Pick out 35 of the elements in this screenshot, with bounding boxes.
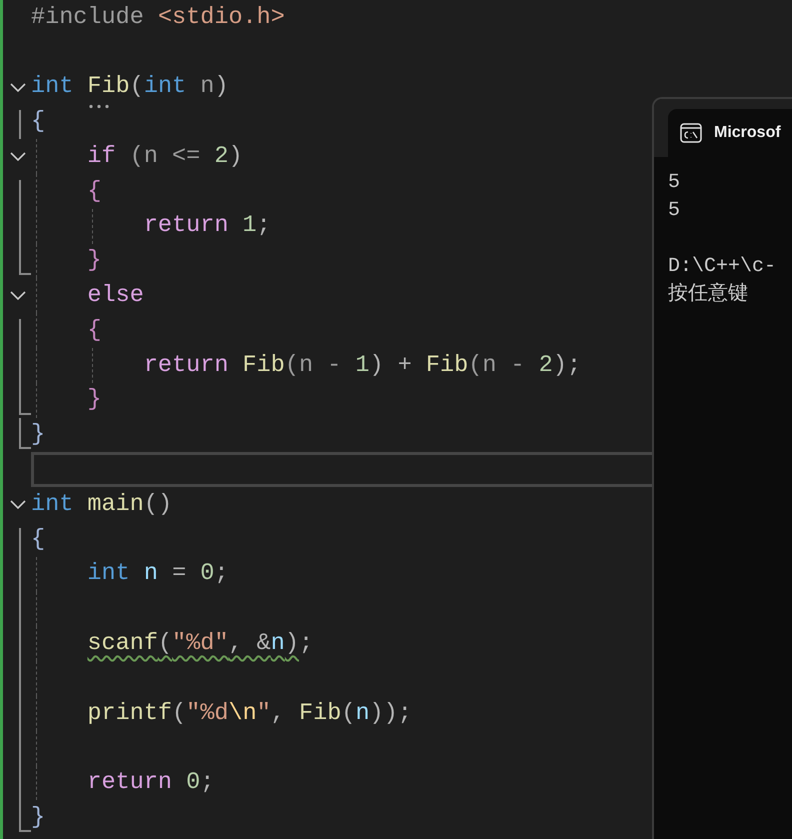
code-line: else [86, 284, 144, 308]
code-line: if (n <= 2) [86, 144, 243, 168]
code-line: { [31, 528, 46, 552]
fold-chevron-icon[interactable] [10, 291, 26, 302]
fold-chevron-icon[interactable] [10, 82, 26, 93]
code-line: { [31, 110, 46, 134]
console-tab[interactable]: Microsof [668, 109, 792, 157]
console-title: Microsof [714, 124, 781, 142]
code-line: } [31, 806, 46, 830]
code-line: printf("%d\n", Fib(n)); [86, 702, 412, 726]
console-output-line: D:\C++\c- [668, 254, 778, 280]
console-output-line: 按任意键 [668, 282, 749, 308]
suggestion-dots-icon[interactable] [88, 104, 110, 110]
fold-chevron-icon[interactable] [10, 500, 26, 510]
console-output-line: 5 [668, 170, 682, 196]
code-line: { [86, 318, 102, 342]
terminal-icon [680, 123, 702, 143]
code-line: scanf("%d", &n); [86, 632, 314, 656]
code-line: { [86, 180, 102, 204]
fold-chevron-icon[interactable] [10, 152, 26, 162]
code-line: } [86, 388, 102, 412]
console-output-line: 5 [668, 198, 682, 224]
code-line: int n = 0; [86, 562, 228, 586]
fold-guide-line [19, 800, 31, 832]
code-line: } [86, 249, 102, 273]
code-line: return Fib(n - 1) + Fib(n - 2); [142, 354, 582, 378]
fold-guide-line [19, 382, 31, 415]
code-line: int Fib(int n) [31, 75, 228, 99]
code-line: #include <stdio.h> [31, 6, 285, 30]
fold-guide-line [19, 244, 31, 276]
code-line: return 0; [86, 771, 214, 795]
code-line: return 1; [142, 214, 271, 238]
code-line: } [31, 423, 46, 447]
fold-guide-line [19, 418, 31, 450]
code-line: int main() [31, 492, 172, 516]
